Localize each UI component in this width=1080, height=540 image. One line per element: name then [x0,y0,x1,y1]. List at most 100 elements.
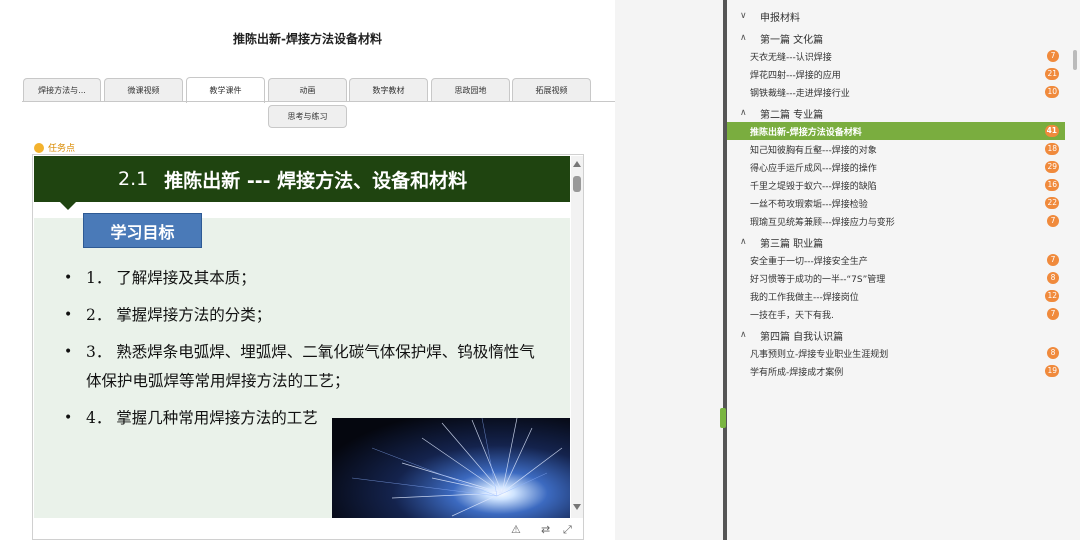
scroll-up-icon[interactable] [573,161,581,167]
scroll-thumb[interactable] [573,176,581,192]
outline-item[interactable]: 知己知彼胸有丘壑---焊接的对象 18 [727,140,1065,158]
collapse-handle[interactable] [720,408,726,428]
count-badge: 29 [1045,161,1059,173]
tab-animation[interactable]: 动画 [268,78,347,102]
viewer-toolbar: ⚠ ⇄ ⤢ [33,519,583,539]
outline-item[interactable]: 我的工作我做主---焊接岗位 12 [727,287,1065,305]
section-self-awareness[interactable]: ∧ 第四篇 自我认识篇 [727,326,1080,344]
outline-item-active[interactable]: 推陈出新-焊接方法设备材料 41 [727,122,1065,140]
slide-scrollbar[interactable] [571,156,583,518]
count-badge: 22 [1045,197,1059,209]
outline-item-label: 好习惯等于成功的一半--“7S”管理 [750,274,886,285]
tab-ideology-garden[interactable]: 思政园地 [431,78,510,102]
welding-sparks-photo [332,418,570,518]
section-title: 第三篇 职业篇 [760,238,824,250]
app-window: 推陈出新-焊接方法设备材料 焊接方法与... 微课视频 教学课件 动画 数字教材… [0,0,1080,540]
scroll-down-icon[interactable] [573,504,581,510]
section-career[interactable]: ∧ 第三篇 职业篇 [727,233,1080,251]
outline-item-label: 凡事预则立-焊接专业职业生涯规划 [750,349,889,360]
outline-item-label: 得心应手运斤成风---焊接的操作 [750,163,877,174]
goal-item: 3． 熟悉焊条电弧焊、埋弧焊、二氧化碳气体保护焊、钨极惰性气体保护电弧焊等常用焊… [64,338,544,396]
page-title: 推陈出新-焊接方法设备材料 [233,32,382,46]
slide-header: 2.1 推陈出新 --- 焊接方法、设备和材料 [34,156,570,202]
goal-item: 2． 掌握焊接方法的分类； [64,301,544,330]
count-badge: 8 [1047,347,1059,359]
outline-root[interactable]: ∨ 申报材料 [727,7,1080,25]
outline-item-label: 焊花四射---焊接的应用 [750,70,841,81]
outline-item[interactable]: 凡事预则立-焊接专业职业生涯规划 8 [727,344,1065,362]
count-badge: 7 [1047,308,1059,320]
tab-courseware[interactable]: 教学课件 [186,77,265,103]
outline-item-label: 知己知彼胸有丘壑---焊接的对象 [750,145,877,156]
swap-icon[interactable]: ⇄ [541,523,550,536]
task-point-text: 任务点 [48,144,76,154]
section-culture[interactable]: ∧ 第一篇 文化篇 [727,29,1080,47]
chevron-up-icon[interactable]: ∧ [740,237,750,247]
task-point-label: 任务点 [34,141,75,154]
count-badge: 16 [1045,179,1059,191]
tab-extension-video[interactable]: 拓展视频 [512,78,591,102]
sparks-graphic [351,418,563,517]
tab-digital-textbook[interactable]: 数字教材 [349,78,428,102]
outline-item-label: 我的工作我做主---焊接岗位 [750,292,859,303]
goal-item: 1． 了解焊接及其本质； [64,264,544,293]
tab-exercises[interactable]: 思考与练习 [268,105,347,128]
count-badge: 18 [1045,143,1059,155]
fullscreen-icon[interactable]: ⤢ [563,523,572,537]
slide: 2.1 推陈出新 --- 焊接方法、设备和材料 学习目标 1． 了解焊接及其本质… [34,156,570,518]
section-title: 第二篇 专业篇 [760,109,824,121]
outline-item-label: 一技在手，天下有我. [750,310,834,321]
slide-header-notch [60,202,76,210]
section-professional[interactable]: ∧ 第二篇 专业篇 [727,104,1080,122]
outline-item-label: 一丝不苟攻瑕索垢---焊接检验 [750,199,868,210]
count-badge: 7 [1047,215,1059,227]
outline-item-label: 钢铁裁缝---走进焊接行业 [750,88,850,99]
chevron-up-icon[interactable]: ∧ [740,108,750,118]
tabs-baseline [22,101,615,102]
outline-item[interactable]: 一丝不苟攻瑕索垢---焊接检验 22 [727,194,1065,212]
goal-list: 1． 了解焊接及其本质； 2． 掌握焊接方法的分类； 3． 熟悉焊条电弧焊、埋弧… [64,264,544,441]
outline-item[interactable]: 瑕瑜互见统筹兼顾---焊接应力与变形 7 [727,212,1065,230]
tab-micro-video[interactable]: 微课视频 [104,78,183,102]
outline-item[interactable]: 好习惯等于成功的一半--“7S”管理 8 [727,269,1065,287]
count-badge: 41 [1044,125,1059,137]
section-title: 第四篇 自我认识篇 [760,331,844,343]
outline-item[interactable]: 安全重于一切---焊接安全生产 7 [727,251,1065,269]
outline-item[interactable]: 天衣无缝---认识焊接 7 [727,47,1065,65]
count-badge: 21 [1045,68,1059,80]
outline-root-label: 申报材料 [760,12,800,24]
main-panel: 推陈出新-焊接方法设备材料 焊接方法与... 微课视频 教学课件 动画 数字教材… [0,0,615,540]
slide-title: 推陈出新 --- 焊接方法、设备和材料 [164,169,468,192]
section-title: 第一篇 文化篇 [760,34,824,46]
count-badge: 7 [1047,254,1059,266]
count-badge: 8 [1047,272,1059,284]
outline-item[interactable]: 一技在手，天下有我. 7 [727,305,1065,323]
outline-item[interactable]: 学有所成-焊接成才案例 19 [727,362,1065,380]
outline-item-label: 千里之堤毁于蚁穴---焊接的缺陷 [750,181,877,192]
slide-number: 2.1 [118,168,149,190]
gutter [615,0,723,540]
outline-item[interactable]: 得心应手运斤成风---焊接的操作 29 [727,158,1065,176]
outline-scroll-thumb[interactable] [1073,50,1077,70]
outline-item-label: 天衣无缝---认识焊接 [750,52,832,63]
course-outline: ∨ 申报材料 ∧ 第一篇 文化篇 天衣无缝---认识焊接 7 焊花四射---焊接… [727,0,1080,540]
task-dot-icon [34,142,44,153]
goal-heading: 学习目标 [83,213,202,248]
outline-item-label: 推陈出新-焊接方法设备材料 [750,127,862,138]
outline-item-label: 学有所成-焊接成才案例 [750,367,844,378]
outline-item-label: 安全重于一切---焊接安全生产 [750,256,868,267]
count-badge: 7 [1047,50,1059,62]
count-badge: 12 [1045,290,1059,302]
chevron-down-icon[interactable]: ∨ [740,11,750,21]
slide-viewer[interactable]: 2.1 推陈出新 --- 焊接方法、设备和材料 学习目标 1． 了解焊接及其本质… [32,154,584,540]
count-badge: 10 [1045,86,1059,98]
outline-item[interactable]: 焊花四射---焊接的应用 21 [727,65,1065,83]
tab-welding-methods[interactable]: 焊接方法与... [23,78,101,102]
warning-icon[interactable]: ⚠ [511,523,521,536]
outline-item[interactable]: 钢铁裁缝---走进焊接行业 10 [727,83,1065,101]
count-badge: 19 [1045,365,1059,377]
chevron-up-icon[interactable]: ∧ [740,33,750,43]
outline-item[interactable]: 千里之堤毁于蚁穴---焊接的缺陷 16 [727,176,1065,194]
chevron-up-icon[interactable]: ∧ [740,330,750,340]
outline-item-label: 瑕瑜互见统筹兼顾---焊接应力与变形 [750,217,895,228]
